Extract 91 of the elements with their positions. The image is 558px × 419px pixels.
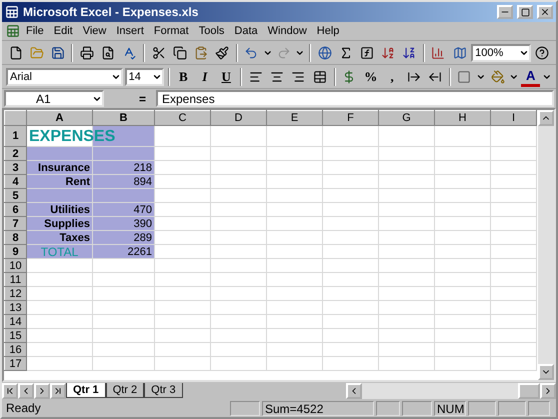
comma-button[interactable]: ,	[382, 66, 402, 86]
menu-item[interactable]: Insert	[112, 25, 148, 37]
scroll-right-button[interactable]	[540, 382, 556, 398]
sum-indicator: Sum=4522	[262, 400, 374, 416]
column-header[interactable]: B	[92, 110, 154, 126]
row-header[interactable]: 10	[4, 258, 26, 272]
table-cell: EXPENSES	[29, 126, 116, 146]
row-header[interactable]: 17	[4, 356, 26, 370]
row-header[interactable]: 3	[4, 160, 26, 174]
column-header[interactable]: I	[490, 110, 536, 126]
table-cell-text: Insurance	[37, 162, 90, 174]
menu-item[interactable]: Tools	[194, 25, 228, 37]
table-cell-text: 894	[132, 176, 152, 188]
table-cell-text: TOTAL	[40, 246, 80, 258]
status-panel	[468, 400, 496, 416]
menu-item[interactable]: Data	[230, 25, 262, 37]
row-header[interactable]: 1	[4, 126, 26, 146]
table-cell-text: Rent	[64, 176, 90, 188]
last-sheet-button[interactable]	[50, 382, 66, 398]
row-header[interactable]: 4	[4, 174, 26, 188]
close-button[interactable]	[537, 5, 553, 19]
column-header[interactable]: F	[322, 110, 378, 126]
name-box[interactable]: A1	[4, 90, 104, 107]
status-panel	[528, 400, 550, 416]
scroll-thumb[interactable]	[518, 382, 540, 398]
font-color-button[interactable]: A	[520, 66, 540, 86]
column-header[interactable]: C	[154, 110, 210, 126]
row-header[interactable]: 15	[4, 328, 26, 342]
status-panel	[498, 400, 526, 416]
status-panel	[376, 400, 400, 416]
status-panel	[230, 400, 260, 416]
table-cell-text: Taxes	[58, 232, 90, 244]
table-cell-text: Supplies	[43, 218, 90, 230]
column-header[interactable]: H	[434, 110, 490, 126]
sheet-tab[interactable]: Qtr 1	[66, 383, 106, 398]
close-icon	[540, 7, 550, 17]
spreadsheet-icon	[5, 5, 19, 19]
sheet-tab[interactable]: Qtr 2	[106, 383, 144, 398]
menu-item[interactable]: Window	[264, 25, 311, 37]
font-size-dropdown[interactable]: 14	[124, 68, 164, 86]
vertical-scrollbar[interactable]	[538, 110, 554, 380]
spreadsheet-icon[interactable]	[6, 24, 20, 38]
row-header[interactable]: 12	[4, 286, 26, 300]
table-cell-text: Utilities	[49, 204, 90, 216]
next-sheet-button[interactable]	[34, 382, 50, 398]
menu-item[interactable]: View	[78, 25, 110, 37]
window-title: Microsoft Excel - Expenses.xls	[23, 5, 200, 19]
table-cell-text: 470	[132, 204, 152, 216]
row-header[interactable]: 9	[4, 244, 26, 258]
sheet-tab[interactable]: Qtr 3	[144, 383, 183, 398]
formula-field[interactable]: Expenses	[156, 90, 554, 107]
scroll-up-button[interactable]	[538, 110, 554, 126]
menu-item[interactable]: Edit	[50, 25, 77, 37]
scroll-left-button[interactable]	[346, 382, 362, 398]
table-cell-text: 289	[132, 232, 152, 244]
percent-button[interactable]: %	[361, 66, 380, 86]
underline-button[interactable]: U	[216, 66, 236, 86]
table-cell-text: 2261	[126, 246, 152, 258]
column-header[interactable]: A	[26, 110, 92, 126]
zoom-dropdown[interactable]: 100%	[471, 44, 531, 62]
horizontal-scrollbar[interactable]	[346, 382, 556, 398]
row-header[interactable]: 16	[4, 342, 26, 356]
column-header[interactable]: D	[210, 110, 266, 126]
row-header[interactable]: 13	[4, 300, 26, 314]
status-text: Ready	[6, 401, 42, 415]
column-header[interactable]: G	[378, 110, 434, 126]
row-header[interactable]: 14	[4, 314, 26, 328]
first-sheet-button[interactable]	[2, 382, 18, 398]
menu-item[interactable]: Help	[312, 25, 344, 37]
row-header[interactable]: 6	[4, 202, 26, 216]
menu-item[interactable]: File	[22, 25, 48, 37]
menu-item[interactable]: Format	[150, 25, 193, 37]
column-header[interactable]: E	[266, 110, 322, 126]
maximize-button[interactable]	[517, 5, 533, 19]
font-dropdown[interactable]: Arial	[6, 68, 123, 86]
table-cell-text: 390	[132, 218, 152, 230]
row-header[interactable]: 11	[4, 272, 26, 286]
maximize-icon	[520, 8, 530, 16]
bold-button[interactable]: B	[174, 66, 194, 86]
scroll-down-button[interactable]	[538, 364, 554, 380]
num-lock-indicator: NUM	[434, 400, 466, 416]
status-panel	[402, 400, 432, 416]
previous-sheet-button[interactable]	[18, 382, 34, 398]
row-header[interactable]: 7	[4, 216, 26, 230]
italic-button[interactable]: I	[195, 66, 214, 86]
row-header[interactable]: 8	[4, 230, 26, 244]
minimize-button[interactable]	[497, 5, 513, 19]
table-cell-text: 218	[132, 162, 152, 174]
equals-sign: =	[138, 92, 147, 106]
row-header[interactable]: 5	[4, 188, 26, 202]
row-header[interactable]: 2	[4, 146, 26, 160]
